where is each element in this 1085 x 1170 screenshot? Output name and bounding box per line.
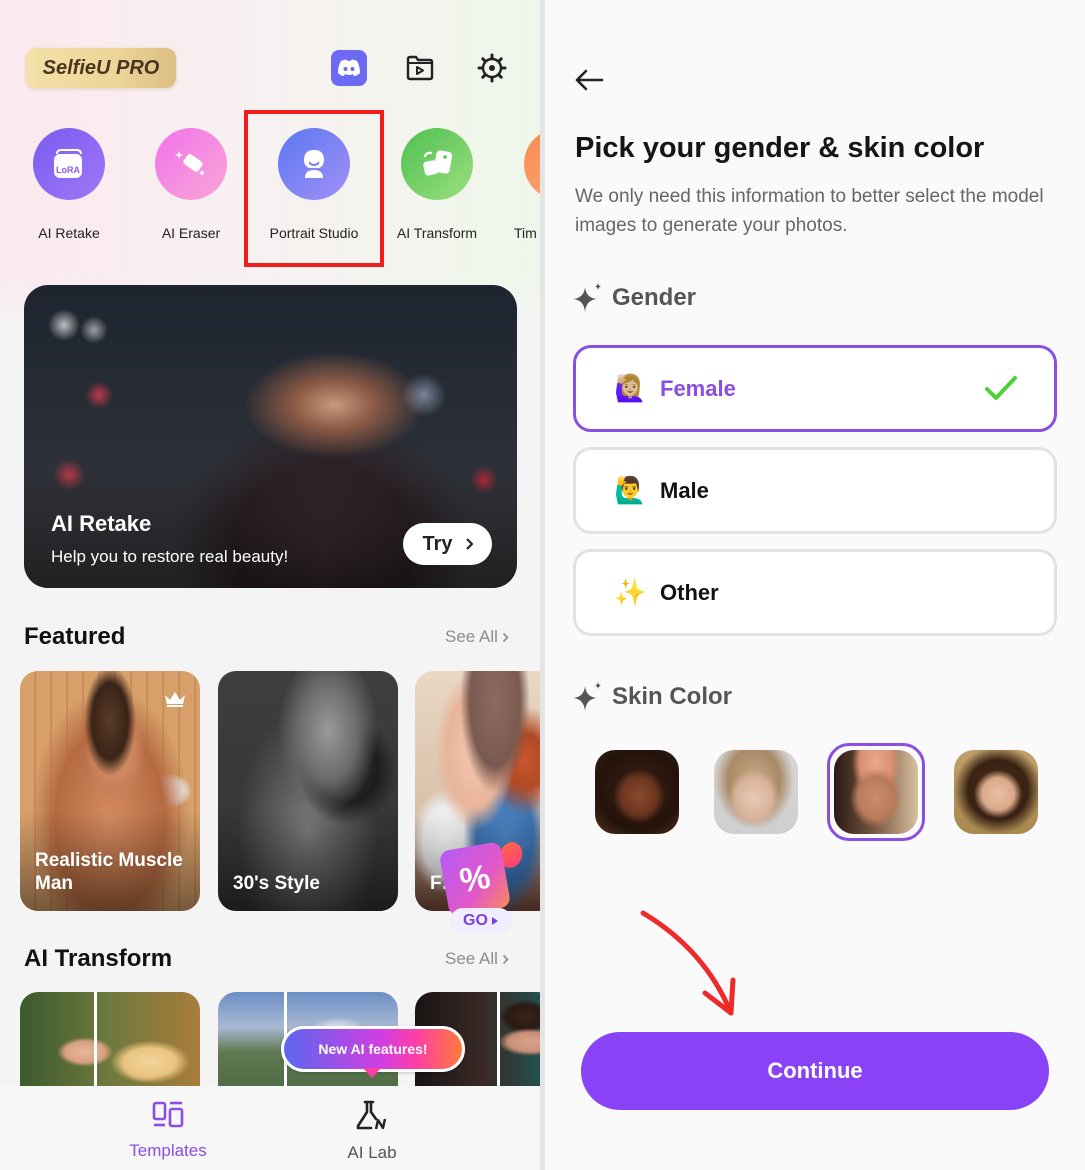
tool-ai-transform[interactable]: AI Transform [377,128,497,241]
lora-icon: LoRA [33,128,105,200]
sparkle-icon [573,283,601,312]
skin-color-heading: Skin Color [572,681,732,713]
gender-skin-screen: Pick your gender & skin color We only ne… [545,0,1085,1170]
tool-label: AI Transform [396,225,478,241]
skin-option-dark[interactable] [595,750,679,834]
card-label: 30's Style [233,873,320,894]
see-all-label: See All [445,949,498,968]
option-label: Other [660,579,719,605]
go-button[interactable]: GO [450,908,512,934]
tool-partial[interactable]: Tim [500,128,540,241]
skin-color-heading-label: Skin Color [612,683,733,710]
gender-option-male[interactable]: 🙋‍♂️ Male [573,447,1057,534]
pro-badge[interactable]: SelfieU PRO [26,48,176,88]
back-arrow-icon [575,69,604,91]
split-divider [94,992,97,1092]
tooltip-tail [363,1068,381,1078]
bottom-nav: Templates AI Lab [0,1086,540,1170]
skin-option-light-warm[interactable] [954,750,1038,834]
nav-label: AI Lab [347,1143,397,1162]
chevron-right-icon [502,632,509,642]
sparkles-icon: ✨ [614,577,647,607]
option-label: Male [660,477,709,503]
play-icon [491,917,498,925]
checkmark-icon [985,376,1017,400]
templates-icon [152,1101,184,1128]
continue-button[interactable]: Continue [581,1032,1049,1110]
tool-label: AI Eraser [161,225,221,241]
annotation-highlight-box [244,110,384,267]
hero-title: AI Retake [51,511,152,536]
featured-title: Featured [24,623,126,650]
back-button[interactable] [571,62,607,98]
hero-subtitle: Help you to restore real beauty! [51,547,289,566]
tool-label: AI Retake [38,225,100,241]
sparkle-icon [573,682,601,711]
skin-option-medium[interactable] [834,750,918,834]
woman-raising-hand-icon: 🙋🏼‍♀️ [614,373,647,403]
gender-option-female[interactable]: 🙋🏼‍♀️ Female [573,345,1057,432]
ai-transform-title: AI Transform [24,945,173,972]
card-label: Realistic Muscle Man [35,850,183,894]
go-label: GO [463,912,488,929]
nav-ai-lab[interactable]: AI Lab [312,1100,432,1163]
annotation-arrow-icon [640,910,736,1016]
transform-icon [401,128,473,200]
featured-card[interactable]: 30's Style [218,671,398,911]
tool-ai-retake[interactable]: LoRA AI Retake [9,128,129,241]
transform-card[interactable] [20,992,200,1092]
nav-label: Templates [129,1141,207,1160]
svg-text:LoRA: LoRA [56,165,80,175]
flask-icon [356,1100,387,1130]
try-button[interactable]: Try [403,523,492,565]
option-label: Female [660,375,736,401]
try-label: Try [422,532,453,555]
chevron-right-icon [502,954,509,964]
skin-option-fair[interactable] [714,750,798,834]
eraser-icon [155,128,227,200]
discount-ticket-icon: % [438,841,512,917]
page-title: Pick your gender & skin color [575,132,985,164]
tool-ai-eraser[interactable]: AI Eraser [131,128,251,241]
promo-floating-button[interactable]: % GO [438,839,528,938]
ai-transform-see-all[interactable]: See All [445,949,509,969]
split-divider [497,992,500,1092]
home-screen: SelfieU PRO LoRA AI Retake AI Eraser Por… [0,0,540,1170]
card-shade [218,811,398,911]
featured-see-all[interactable]: See All [445,627,509,647]
gender-option-other[interactable]: ✨ Other [573,549,1057,636]
hero-banner[interactable]: AI Retake Help you to restore real beaut… [24,285,517,588]
new-features-tooltip[interactable]: New AI features! [281,1026,465,1072]
man-raising-hand-icon: 🙋‍♂️ [614,475,647,505]
tool-label: Tim [514,225,537,241]
crown-icon [165,692,185,707]
partial-tool-icon [524,128,540,200]
folder-play-icon[interactable] [402,50,438,86]
nav-templates[interactable]: Templates [108,1100,228,1161]
settings-gear-icon[interactable] [474,50,510,86]
gender-heading: Gender [572,282,696,314]
featured-card[interactable]: Realistic Muscle Man [20,671,200,911]
see-all-label: See All [445,627,498,646]
chevron-right-icon [465,538,473,550]
page-subtitle: We only need this information to better … [575,186,1044,236]
discord-icon[interactable] [331,50,367,86]
gender-heading-label: Gender [612,284,697,311]
